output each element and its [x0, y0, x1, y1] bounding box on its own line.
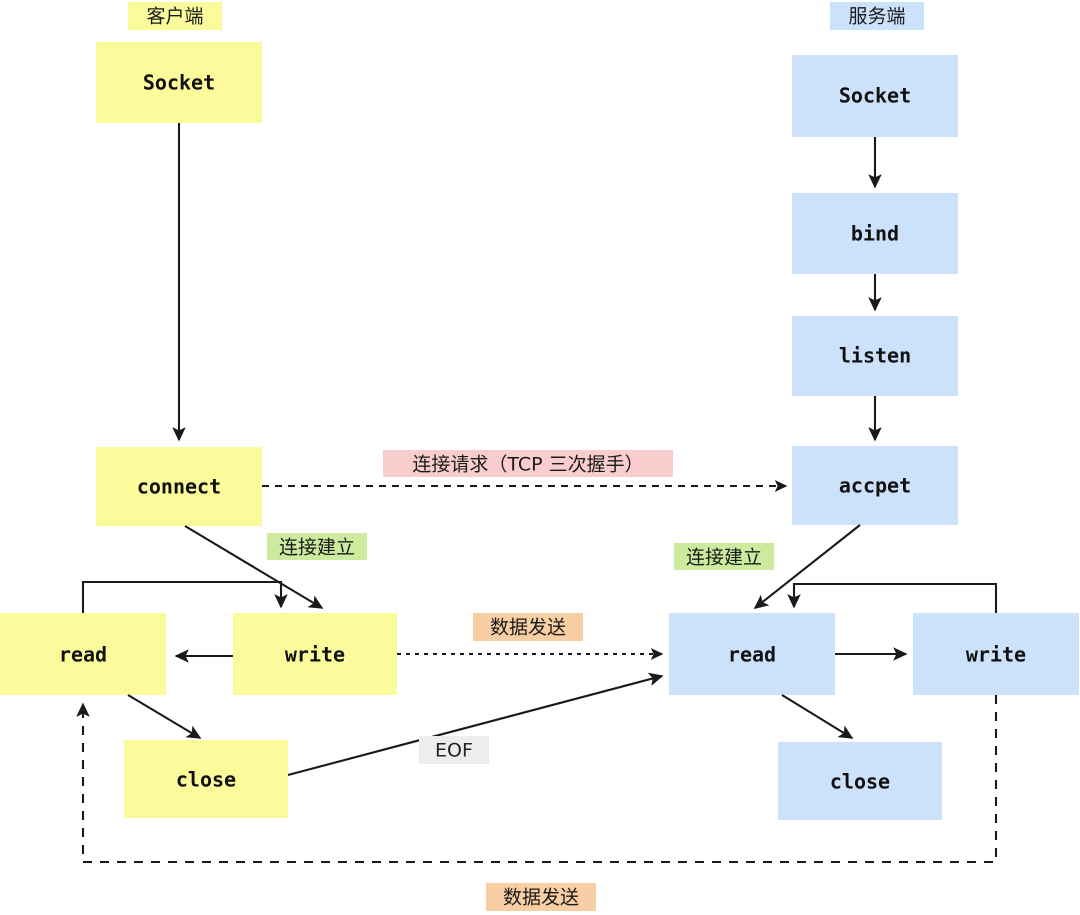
label-data-send-bottom-text: 数据发送	[503, 887, 579, 909]
flow-client-read-to-close	[127, 694, 202, 739]
label-data-send-top: 数据发送	[473, 613, 583, 641]
flow-server-write-loop-to-read	[787, 582, 998, 613]
flow-server-read-to-close	[781, 694, 854, 739]
node-client-write-label: write	[285, 643, 345, 667]
node-server-socket[interactable]: Socket	[792, 55, 958, 137]
label-eof: EOF	[419, 736, 489, 764]
node-server-read-label: read	[728, 643, 776, 667]
diagram-canvas: 客户端 服务端 Socket connect read write close	[0, 2, 1079, 911]
label-eof-text: EOF	[435, 740, 473, 762]
socket-flow-diagram: 客户端 服务端 Socket connect read write close	[0, 0, 1080, 915]
label-established-client-text: 连接建立	[279, 537, 355, 559]
node-client-write[interactable]: write	[233, 613, 397, 695]
label-established-client: 连接建立	[267, 533, 367, 560]
node-server-write-label: write	[966, 643, 1026, 667]
node-client-close[interactable]: close	[124, 740, 288, 818]
flow-client-read-loop-to-write	[81, 580, 288, 613]
label-connect-request: 连接请求（TCP 三次握手）	[383, 450, 673, 477]
node-client-connect-label: connect	[137, 475, 221, 499]
node-server-listen[interactable]: listen	[792, 316, 958, 396]
node-server-write[interactable]: write	[913, 613, 1079, 695]
node-server-bind-label: bind	[851, 222, 899, 246]
server-tag-label: 服务端	[848, 6, 905, 28]
node-client-socket[interactable]: Socket	[96, 42, 262, 123]
node-server-socket-label: Socket	[839, 84, 911, 108]
node-client-connect[interactable]: connect	[96, 447, 262, 526]
label-data-send-top-text: 数据发送	[490, 617, 566, 639]
node-server-listen-label: listen	[839, 344, 911, 368]
node-server-bind[interactable]: bind	[792, 193, 958, 274]
node-client-socket-label: Socket	[143, 71, 215, 95]
node-server-close[interactable]: close	[778, 742, 942, 820]
label-established-server-text: 连接建立	[686, 547, 762, 569]
node-client-read[interactable]: read	[0, 613, 166, 695]
node-server-accept[interactable]: accpet	[792, 446, 958, 525]
server-tag: 服务端	[830, 2, 924, 30]
node-server-read[interactable]: read	[669, 613, 835, 695]
label-established-server: 连接建立	[674, 543, 774, 570]
node-client-read-label: read	[59, 643, 107, 667]
node-server-accept-label: accpet	[839, 474, 911, 498]
client-tag-label: 客户端	[146, 6, 203, 28]
label-connect-request-text: 连接请求（TCP 三次握手）	[412, 454, 643, 476]
node-client-close-label: close	[176, 768, 236, 792]
client-tag: 客户端	[128, 2, 222, 30]
node-server-close-label: close	[830, 770, 890, 794]
label-data-send-bottom: 数据发送	[486, 883, 596, 911]
